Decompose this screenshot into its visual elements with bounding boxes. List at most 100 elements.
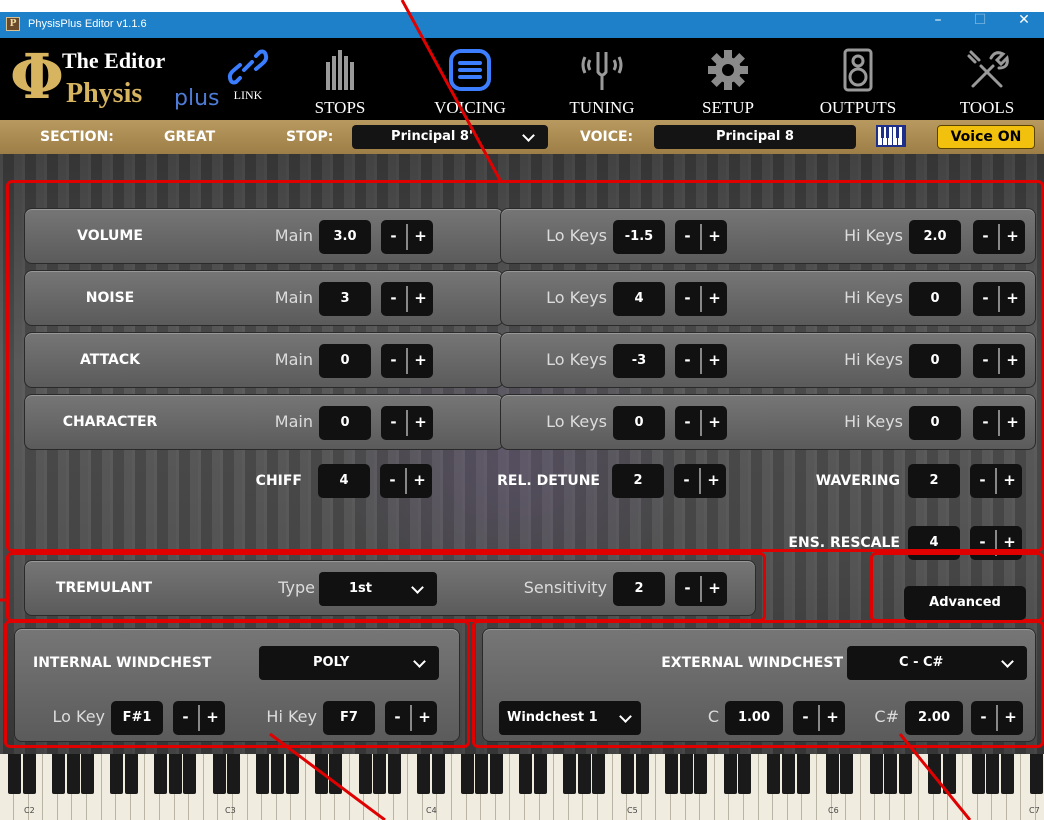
- octave-label: C7: [1029, 806, 1040, 815]
- title-bar: P PhysisPlus Editor v1.1.6 – ☐ ✕: [0, 12, 1044, 38]
- black-key: [621, 754, 635, 794]
- chevron-down-icon: [1001, 655, 1014, 668]
- black-key: [66, 754, 80, 794]
- decrement-button[interactable]: -: [173, 701, 198, 735]
- black-key: [387, 754, 401, 794]
- voicing-list-icon: [449, 49, 491, 91]
- nav-tuning[interactable]: TUNING: [552, 38, 652, 120]
- gear-icon: [708, 50, 748, 90]
- black-key: [781, 754, 795, 794]
- decrement-button[interactable]: -: [675, 572, 700, 606]
- increment-button[interactable]: +: [998, 701, 1023, 735]
- tremulant-type-select[interactable]: 1st: [319, 572, 437, 606]
- black-key: [577, 754, 591, 794]
- stop-select[interactable]: Principal 8': [352, 125, 548, 149]
- external-windchest-range: C - C#: [899, 655, 944, 670]
- link-button[interactable]: LINK: [226, 48, 270, 108]
- black-key: [694, 754, 708, 794]
- nav-setup-label: SETUP: [702, 98, 754, 117]
- black-key: [416, 754, 430, 794]
- black-key: [796, 754, 810, 794]
- voice-name-field[interactable]: Principal 8: [654, 125, 856, 149]
- octave-label: C5: [627, 806, 638, 815]
- black-key: [124, 754, 138, 794]
- black-key: [665, 754, 679, 794]
- increment-button[interactable]: +: [702, 572, 727, 606]
- black-key: [1030, 754, 1044, 794]
- internal-windchest-label: INTERNAL WINDCHEST: [33, 655, 212, 671]
- external-windchest-range-select[interactable]: C - C#: [847, 646, 1027, 680]
- voice-on-button[interactable]: Voice ON: [937, 125, 1035, 149]
- keyboard-icon[interactable]: [876, 125, 906, 147]
- internal-windchest-panel: INTERNAL WINDCHEST POLY Lo Key F#1 - + H…: [14, 628, 460, 742]
- black-key: [635, 754, 649, 794]
- octave-label: C6: [828, 806, 839, 815]
- black-key: [533, 754, 547, 794]
- windchest-select[interactable]: Windchest 1: [499, 701, 641, 735]
- keyboard-display: C2 C3 C4 C5 C6 C7: [0, 754, 1044, 820]
- increment-button[interactable]: +: [412, 701, 437, 735]
- black-key: [840, 754, 854, 794]
- nav-outputs[interactable]: OUTPUTS: [806, 38, 910, 120]
- nav-stops[interactable]: STOPS: [296, 38, 384, 120]
- lo-key-stepper: - +: [173, 701, 225, 735]
- app-header: Φ The Editor Physis plus LINK STOPS VOIC…: [0, 38, 1044, 120]
- decrement-button[interactable]: -: [971, 701, 996, 735]
- black-key: [723, 754, 737, 794]
- nav-tools[interactable]: TOOLS: [944, 38, 1030, 120]
- hi-key-value[interactable]: F7: [323, 701, 375, 735]
- black-key: [270, 754, 284, 794]
- increment-button[interactable]: +: [200, 701, 225, 735]
- black-key: [869, 754, 883, 794]
- internal-windchest-mode-select[interactable]: POLY: [259, 646, 439, 680]
- sensitivity-value[interactable]: 2: [613, 572, 665, 606]
- chevron-down-icon: [522, 129, 535, 142]
- increment-button[interactable]: +: [820, 701, 845, 735]
- decrement-button[interactable]: -: [385, 701, 410, 735]
- minimize-button[interactable]: –: [918, 12, 958, 38]
- black-key: [212, 754, 226, 794]
- black-key: [285, 754, 299, 794]
- stop-label: STOP:: [286, 129, 334, 145]
- decrement-button[interactable]: -: [793, 701, 818, 735]
- chevron-down-icon: [411, 581, 424, 594]
- close-button[interactable]: ✕: [1004, 12, 1044, 38]
- link-label: LINK: [233, 88, 263, 102]
- lo-key-value[interactable]: F#1: [111, 701, 163, 735]
- voice-value: Principal 8: [716, 129, 794, 144]
- black-key: [986, 754, 1000, 794]
- black-key: [22, 754, 36, 794]
- octave-label: C3: [225, 806, 236, 815]
- black-key: [898, 754, 912, 794]
- c-value[interactable]: 1.00: [725, 701, 783, 735]
- link-icon: [227, 49, 269, 85]
- tremulant-type-label: Type: [278, 578, 315, 597]
- section-label: SECTION:: [40, 129, 114, 145]
- black-key: [1000, 754, 1014, 794]
- lo-key-label: Lo Key: [52, 707, 105, 726]
- cs-label: C#: [874, 707, 899, 726]
- black-key: [519, 754, 533, 794]
- advanced-button[interactable]: Advanced: [904, 586, 1026, 620]
- tremulant-panel: TREMULANT Type 1st Sensitivity 2 - +: [24, 560, 756, 616]
- black-key: [168, 754, 182, 794]
- nav-tools-label: TOOLS: [959, 98, 1015, 117]
- nav-voicing[interactable]: VOICING: [420, 38, 520, 120]
- c-label: C: [707, 707, 719, 726]
- black-key: [562, 754, 576, 794]
- internal-windchest-mode: POLY: [313, 655, 350, 670]
- sensitivity-stepper: - +: [675, 572, 727, 606]
- window-title: PhysisPlus Editor v1.1.6: [28, 18, 147, 30]
- maximize-button[interactable]: ☐: [960, 12, 1000, 38]
- nav-outputs-label: OUTPUTS: [819, 98, 897, 117]
- black-key: [314, 754, 328, 794]
- organ-pipes-icon: [326, 50, 354, 90]
- cs-value[interactable]: 2.00: [905, 701, 963, 735]
- sensitivity-label: Sensitivity: [523, 578, 607, 597]
- black-key: [358, 754, 372, 794]
- section-value[interactable]: GREAT: [164, 129, 215, 145]
- black-key: [927, 754, 941, 794]
- c-stepper: - +: [793, 701, 845, 735]
- black-key: [329, 754, 343, 794]
- nav-setup[interactable]: SETUP: [680, 38, 776, 120]
